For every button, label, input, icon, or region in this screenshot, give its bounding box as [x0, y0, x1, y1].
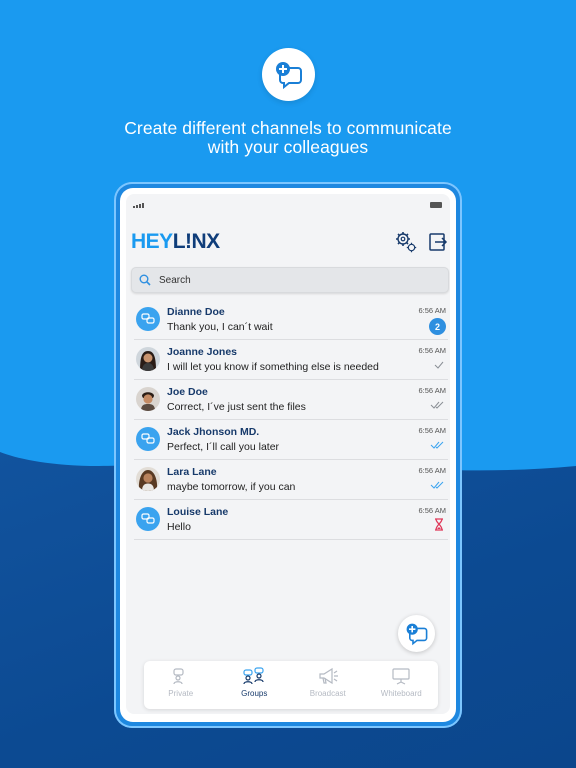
megaphone-icon [319, 667, 338, 685]
read-double-check-icon [430, 441, 444, 449]
chat-last-message: Hello [167, 521, 191, 533]
chat-time: 6:56 AM [418, 386, 446, 395]
groups-icon [243, 667, 264, 685]
chat-last-message: Thank you, I can´t wait [167, 321, 273, 333]
tablet-frame: HEYL!NX Search Dianne Doe Thank you, I c… [114, 182, 462, 728]
avatar [136, 387, 160, 411]
headline: Create different channels to communicate… [0, 119, 576, 157]
new-channel-hero-icon [262, 48, 315, 101]
chat-name: Louise Lane [167, 506, 229, 518]
chat-name: Jack Jhonson MD. [167, 426, 260, 438]
bottom-tab-bar: Private Groups Broadcast Whiteboard [144, 661, 438, 709]
read-double-check-icon [430, 481, 444, 489]
headline-line-1: Create different channels to communicate [124, 118, 452, 138]
chat-row-joe-doe[interactable]: Joe Doe Correct, I´ve just sent the file… [134, 380, 448, 420]
search-icon [139, 274, 151, 286]
chat-time: 6:56 AM [418, 506, 446, 515]
tablet-bezel: HEYL!NX Search Dianne Doe Thank you, I c… [120, 188, 456, 722]
tab-broadcast[interactable]: Broadcast [291, 661, 365, 709]
chat-row-jack-jhonson[interactable]: Jack Jhonson MD. Perfect, I´ll call you … [134, 420, 448, 460]
battery-icon [430, 202, 442, 208]
chat-last-message: I will let you know if something else is… [167, 361, 379, 373]
new-chat-fab-button[interactable] [398, 615, 435, 652]
logo-hey: HEY [131, 230, 173, 253]
chat-row-joanne-jones[interactable]: Joanne Jones I will let you know if some… [134, 340, 448, 380]
chat-row-louise-lane[interactable]: Louise Lane Hello 6:56 AM [134, 500, 448, 540]
private-chat-icon [173, 668, 184, 685]
chat-time: 6:56 AM [418, 466, 446, 475]
chat-time: 6:56 AM [418, 346, 446, 355]
logout-icon[interactable] [428, 232, 448, 252]
chat-time: 6:56 AM [418, 306, 446, 315]
app-header: HEYL!NX [126, 228, 450, 256]
chat-row-lara-lane[interactable]: Lara Lane maybe tomorrow, if you can 6:5… [134, 460, 448, 500]
chat-row-dianne-doe[interactable]: Dianne Doe Thank you, I can´t wait 6:56 … [134, 300, 448, 340]
chat-name: Dianne Doe [167, 306, 225, 318]
tab-broadcast-label: Broadcast [309, 689, 346, 698]
search-bar[interactable]: Search [131, 267, 449, 293]
search-input[interactable]: Search [159, 275, 191, 286]
logo-linx: L!NX [172, 230, 221, 253]
chat-name: Joe Doe [167, 386, 208, 398]
tab-private-label: Private [168, 689, 194, 698]
settings-gear-icon[interactable] [394, 230, 418, 254]
hourglass-pending-icon [435, 518, 443, 531]
avatar [136, 467, 160, 491]
single-check-icon [434, 361, 444, 369]
tab-groups[interactable]: Groups [218, 661, 292, 709]
chat-list: Dianne Doe Thank you, I can´t wait 6:56 … [134, 300, 448, 540]
unread-count-badge: 2 [429, 318, 446, 335]
chat-name: Joanne Jones [167, 346, 238, 358]
chat-last-message: Correct, I´ve just sent the files [167, 401, 306, 413]
chat-name: Lara Lane [167, 466, 217, 478]
double-check-icon [430, 401, 444, 409]
chat-last-message: Perfect, I´ll call you later [167, 441, 280, 453]
new-chat-icon [406, 623, 427, 645]
group-chat-avatar-icon [136, 507, 160, 531]
tab-private[interactable]: Private [144, 661, 218, 709]
app-screen: HEYL!NX Search Dianne Doe Thank you, I c… [126, 194, 450, 714]
group-chat-avatar-icon [136, 427, 160, 451]
tab-groups-label: Groups [241, 689, 268, 698]
chat-last-message: maybe tomorrow, if you can [167, 481, 296, 493]
chat-time: 6:56 AM [418, 426, 446, 435]
tab-whiteboard[interactable]: Whiteboard [365, 661, 439, 709]
signal-icon [133, 201, 144, 208]
avatar [136, 347, 160, 371]
headline-line-2: with your colleagues [207, 137, 369, 157]
status-bar [126, 201, 450, 209]
whiteboard-icon [392, 668, 410, 685]
heylinx-logo: HEYL!NX [131, 228, 220, 256]
tab-whiteboard-label: Whiteboard [380, 689, 422, 698]
group-chat-avatar-icon [136, 307, 160, 331]
